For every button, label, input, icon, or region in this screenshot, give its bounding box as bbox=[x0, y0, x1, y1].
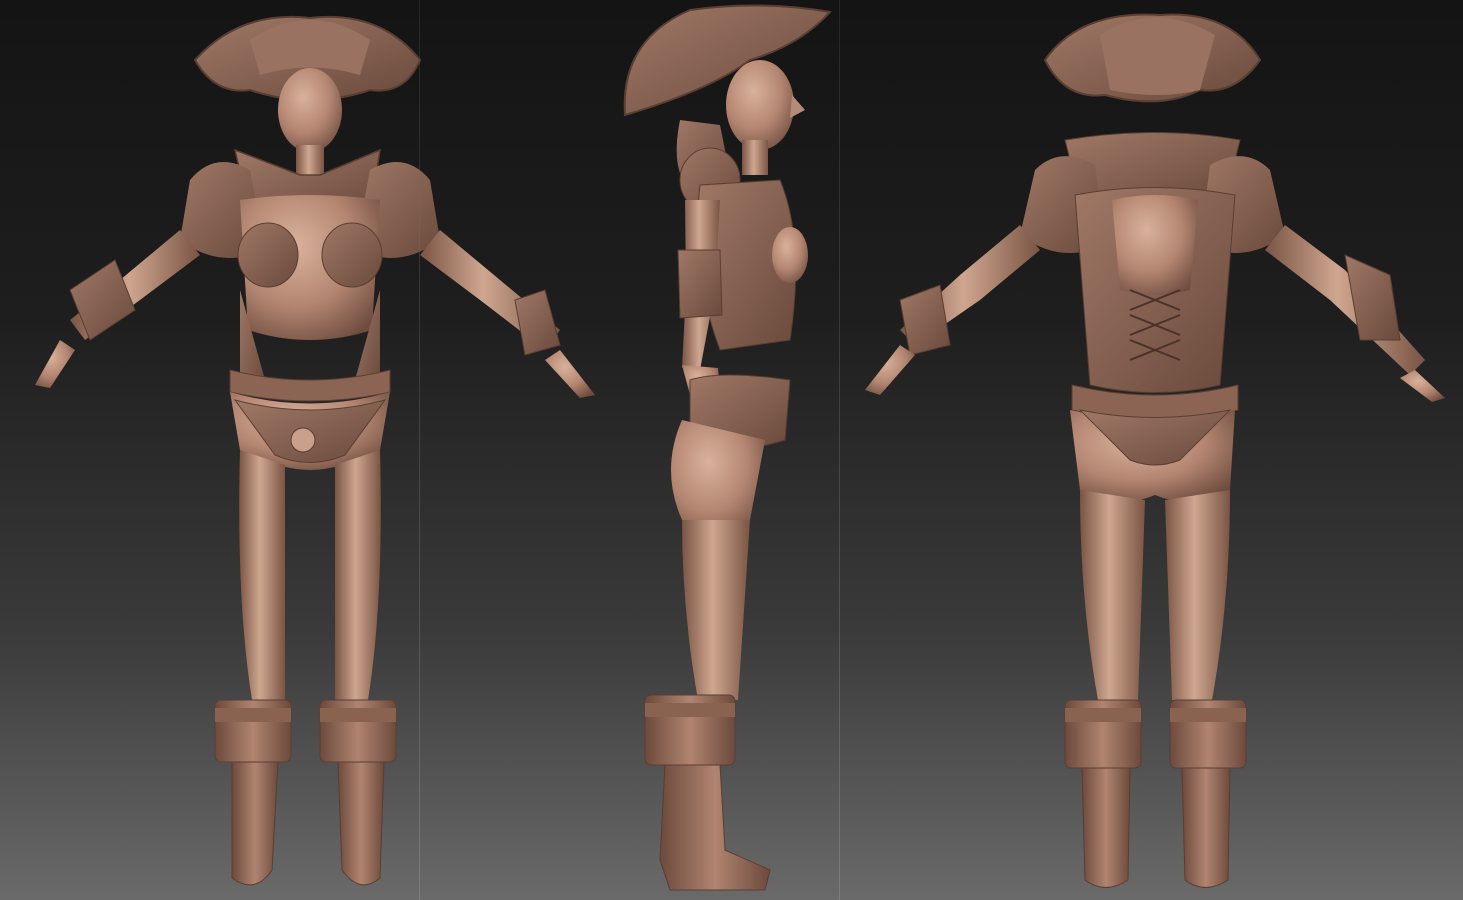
render-canvas bbox=[0, 0, 1463, 900]
side-view bbox=[420, 0, 840, 900]
back-view-figure-icon bbox=[865, 13, 1445, 888]
side-view-figure-icon bbox=[623, 4, 832, 891]
front-view bbox=[0, 0, 595, 900]
back-view bbox=[840, 0, 1463, 900]
